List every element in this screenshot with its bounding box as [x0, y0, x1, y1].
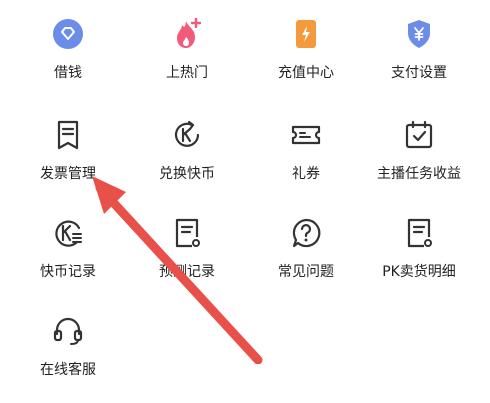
grid-item-prediction-records[interactable]: 预测记录 — [126, 213, 248, 305]
grid-item-online-support[interactable]: 在线客服 — [7, 311, 129, 403]
grid-item-label: 兑换快币 — [159, 166, 215, 182]
grid-item-payment-settings[interactable]: 支付设置 — [358, 14, 480, 106]
grid-item-label: 主播任务收益 — [377, 166, 461, 182]
grid-item-streamer-task-earnings[interactable]: 主播任务收益 — [358, 115, 480, 207]
grid-item-label: 发票管理 — [40, 166, 96, 182]
grid-item-label: 常见问题 — [278, 264, 334, 280]
grid-item-label: 支付设置 — [391, 65, 447, 81]
document-detail-icon — [399, 213, 439, 253]
flame-plus-icon — [167, 14, 207, 54]
grid-item-exchange-kcoin[interactable]: 兑换快币 — [126, 115, 248, 207]
grid-item-label: 预测记录 — [159, 264, 215, 280]
question-bubble-icon — [286, 213, 326, 253]
grid-item-recharge-center[interactable]: 充值中心 — [245, 14, 367, 106]
grid-item-label: 上热门 — [166, 65, 208, 81]
grid-item-invoice-management[interactable]: 发票管理 — [7, 115, 129, 207]
grid-item-borrow-money[interactable]: 借钱 — [7, 14, 129, 106]
calendar-check-icon — [399, 115, 439, 155]
grid-item-label: 借钱 — [54, 65, 82, 81]
grid-item-label: 快币记录 — [40, 264, 96, 280]
services-grid: 借钱 上热门 充值中心 支付设置 发票管理 兑换快币 礼券 主播任务收益 快币记… — [0, 0, 490, 378]
grid-item-label: PK卖货明细 — [382, 264, 456, 280]
grid-item-boost-trending[interactable]: 上热门 — [126, 14, 248, 106]
grid-item-label: 礼券 — [292, 166, 320, 182]
document-record-icon — [167, 213, 207, 253]
grid-item-label: 充值中心 — [278, 65, 334, 81]
grid-item-pk-sales-details[interactable]: PK卖货明细 — [358, 213, 480, 305]
grid-item-kcoin-records[interactable]: 快币记录 — [7, 213, 129, 305]
ticket-icon — [286, 115, 326, 155]
shield-yen-icon — [399, 14, 439, 54]
headset-icon — [48, 311, 88, 351]
k-coin-list-icon — [48, 213, 88, 253]
grid-item-faq[interactable]: 常见问题 — [245, 213, 367, 305]
k-coin-exchange-icon — [167, 115, 207, 155]
diamond-coin-icon — [48, 14, 88, 54]
grid-item-coupon[interactable]: 礼券 — [245, 115, 367, 207]
lightning-card-icon — [286, 14, 326, 54]
bookmark-list-icon — [48, 115, 88, 155]
